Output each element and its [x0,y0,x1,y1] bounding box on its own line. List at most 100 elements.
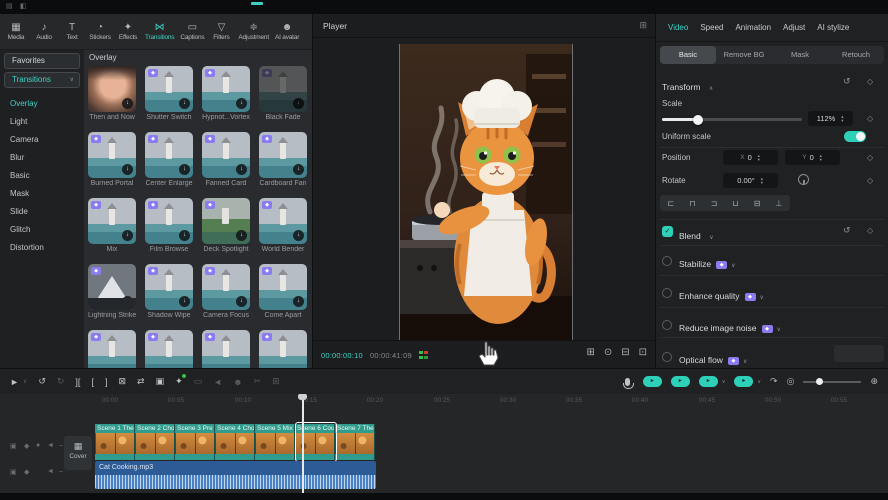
layout-tool-icon[interactable]: ⊞ [272,376,280,387]
lock-icon[interactable]: ◆ [24,468,29,476]
toolbar-captions[interactable]: ▭Captions [180,22,204,41]
transition-black-fade[interactable]: ◆↓Black Fade [259,66,307,123]
sidebar-item-distortion[interactable]: Distortion [0,239,84,257]
quality-icon[interactable]: ⊟ [621,347,629,358]
toolbar-audio[interactable]: ♪Audio [33,22,55,41]
timeline-area[interactable]: 00:00 00:05 00:10 00:15 00:20 00:25 00:3… [0,394,888,500]
track-options-icon[interactable]: ▣ [10,468,17,476]
transition-then-and-now[interactable]: ↓Then and Now [88,66,136,123]
track-toggle-2[interactable]: ▸ [671,376,690,387]
rotate-dial[interactable] [798,174,809,185]
toolbar-effects[interactable]: ✦Effects [117,22,139,41]
toolbar-filters[interactable]: ▽Filters [210,22,232,41]
avatar-tool-icon[interactable]: ☻ [233,377,242,387]
align-bottom-icon[interactable]: ⊥ [775,199,782,208]
reset-transform-icon[interactable]: ↺ [843,76,851,87]
clip-scene-3[interactable]: Scene 3 Pre [175,424,215,460]
sidebar-item-light[interactable]: Light [0,113,84,131]
align-right-icon[interactable]: ⊐ [711,199,718,208]
rotate-field[interactable]: 0.00° ▲▼ [723,173,778,188]
tab-speed[interactable]: Speed [700,23,723,32]
scale-stepper[interactable]: ▲▼ [840,115,844,123]
subtab-remove-bg[interactable]: Remove BG [716,46,772,64]
keyframe-transform-icon[interactable]: ◇ [867,77,873,86]
uniform-scale-toggle[interactable] [844,131,866,142]
sidebar-item-camera[interactable]: Camera [0,131,84,149]
rotate-stepper[interactable]: ▲▼ [760,177,764,185]
transition-center-enlarge[interactable]: ◆↓Center Enlarge [145,132,193,189]
enhance-quality-checkbox[interactable] [662,288,672,298]
menu-icon[interactable]: ▤ [6,0,13,14]
playhead-handle[interactable] [298,394,307,400]
align-center-h-icon[interactable]: ⊓ [689,199,695,208]
reduce-noise-checkbox[interactable] [662,320,672,330]
transition-shadow-wipe[interactable]: ◆↓Shadow Wipe [145,264,193,321]
track-options-icon[interactable]: ▣ [10,442,17,450]
sidebar-item-basic[interactable]: Basic [0,167,84,185]
transition-partial[interactable]: ◆ [145,330,193,368]
mask-tool-icon[interactable]: ▭ [194,376,203,387]
keyframe-blend-icon[interactable]: ◇ [867,226,873,235]
chevron-down-icon[interactable]: ∨ [757,379,761,385]
toolbar-text[interactable]: TText [61,22,83,41]
stabilize-checkbox[interactable] [662,256,672,266]
sidebar-item-mask[interactable]: Mask [0,185,84,203]
audio-clip-label[interactable]: Cat Cooking.mp3 [95,461,376,475]
transition-shutter-switch[interactable]: ◆↓Shutter Switch [145,66,193,123]
position-x-field[interactable]: X 0 ▲▼ [723,150,778,165]
toolbar-stickers[interactable]: ◔Stickers [89,22,111,41]
trim-left-icon[interactable]: [ [91,377,94,387]
window-icon[interactable]: ◧ [20,0,27,14]
transition-fanned-card[interactable]: ◆↓Fanned Card [202,132,250,189]
align-top-icon[interactable]: ⊔ [732,199,738,208]
snap-icon[interactable]: ↷ [770,376,778,387]
keyframe-scale-icon[interactable]: ◇ [867,114,873,123]
category-dropdown[interactable]: Transitions ∨ [4,72,80,88]
transition-cardboard-fan[interactable]: ◆↓Cardboard Fan [259,132,307,189]
transition-partial[interactable]: ◆ [259,330,307,368]
hide-track-icon[interactable]: ● [36,442,40,449]
transition-world-bender[interactable]: ◆↓World Bender [259,198,307,255]
microphone-icon[interactable] [625,378,630,386]
position-y-stepper[interactable]: ▲▼ [819,154,823,162]
sidebar-item-overlay[interactable]: Overlay [0,95,84,113]
track-toggle-4[interactable]: ▸ [734,376,753,387]
scissors-tool-icon[interactable]: ✂ [254,376,262,387]
tab-video[interactable]: Video [668,23,688,32]
timeline-zoom-slider[interactable] [803,377,861,387]
mute-tool-icon[interactable]: ◄ [213,377,222,387]
transition-mix[interactable]: ◆↓Mix [88,198,136,255]
lock-icon[interactable]: ◆ [24,442,29,450]
cover-button[interactable]: ▦ Cover [64,436,92,470]
enhance-quality-section-header[interactable]: Enhance quality◆∨ [679,286,764,304]
track-toggle-3[interactable]: ▸ [699,376,718,387]
favorites-button[interactable]: Favorites [4,53,80,69]
transition-deck-spotlight[interactable]: ◆↓Deck Spotlight [202,198,250,255]
track-handle-icon[interactable]: – [59,468,63,475]
position-x-stepper[interactable]: ▲▼ [757,154,761,162]
stabilize-section-header[interactable]: Stabilize◆∨ [679,254,736,272]
sidebar-item-slide[interactable]: Slide [0,203,84,221]
clip-scene-7[interactable]: Scene 7 The [335,424,375,460]
transition-burned-portal[interactable]: ◆↓Burned Portal [88,132,136,189]
reduce-noise-section-header[interactable]: Reduce image noise◆∨ [679,318,781,336]
select-caret-icon[interactable]: ∨ [23,378,27,385]
clip-scene-2[interactable]: Scene 2 Cho [135,424,175,460]
zoom-in-icon[interactable]: ⊕ [870,376,878,387]
track-toggle-1[interactable]: ▸ [643,376,662,387]
reset-blend-icon[interactable]: ↺ [843,225,851,236]
toolbar-adjustment[interactable]: ≑Adjustment [238,22,269,41]
toolbar-ai-avatar[interactable]: ☻AI avatar [275,22,299,41]
tab-adjust[interactable]: Adjust [783,23,805,32]
redo-icon[interactable]: ↻ [57,376,65,387]
mirror-icon[interactable]: ⇄ [137,376,145,387]
blend-section-header[interactable]: Blend ∨ [679,226,714,244]
transition-hypnotic-vortex[interactable]: ◆↓Hypnot...Vortex [202,66,250,123]
preview-focus-icon[interactable]: ⊙ [604,347,612,358]
subtab-retouch[interactable]: Retouch [828,46,884,64]
transition-lightning-strike[interactable]: ◆↓Lightning Strike [88,264,136,321]
toolbar-transitions[interactable]: ⋈Transitions [145,22,174,41]
transition-camera-focus[interactable]: ◆↓Camera Focus [202,264,250,321]
mute-track-icon[interactable]: ◄ [47,442,54,449]
align-middle-v-icon[interactable]: ⊟ [754,199,761,208]
